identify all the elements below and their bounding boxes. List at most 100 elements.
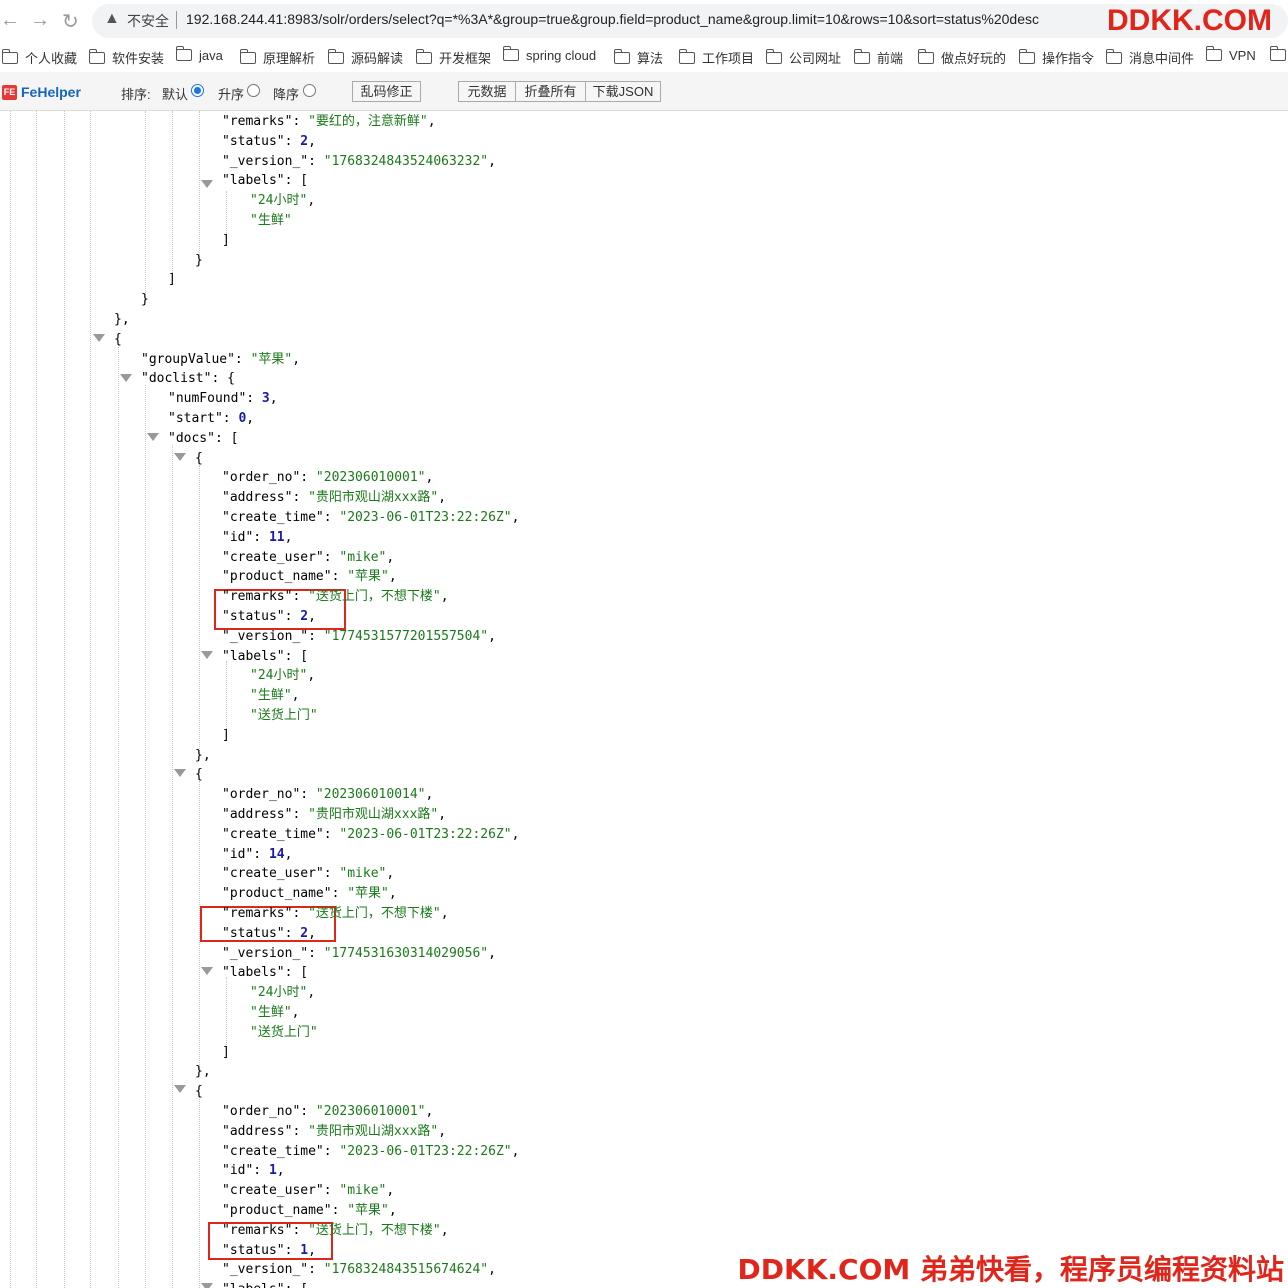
- json-key: "product_name":: [222, 886, 348, 902]
- fold-all-button[interactable]: 折叠所有: [515, 81, 586, 102]
- json-value: [: [300, 965, 309, 981]
- bookmark-item[interactable]: 源码解读: [327, 48, 403, 67]
- sort-default-radio[interactable]: [191, 84, 204, 97]
- indent-guide: [36, 111, 37, 1288]
- json-value: "1768324843515674624": [323, 1262, 489, 1278]
- json-key: "_version_":: [222, 153, 324, 169]
- json-key: "order_no":: [222, 787, 316, 803]
- bookmark-label: 算法: [637, 51, 664, 66]
- json-line: "labels": [: [222, 171, 308, 191]
- bookmark-item[interactable]: 操作指令: [1018, 48, 1094, 67]
- json-value: ]: [222, 727, 230, 743]
- sort-desc-radio[interactable]: [303, 84, 316, 97]
- bookmark-item[interactable]: 算法: [613, 48, 664, 67]
- json-line: "24小时",: [250, 983, 315, 1003]
- json-value: ]: [168, 272, 176, 288]
- json-line: "doclist": {: [141, 369, 235, 389]
- json-key: "_version_":: [222, 628, 324, 644]
- watermark-bottom: DDKK.COM 弟弟快看，程序员编程资料站: [737, 1253, 1284, 1286]
- json-line: "送货上门": [250, 706, 318, 726]
- json-punct: ,: [202, 747, 211, 763]
- bookmark-item[interactable]: VPN: [1205, 46, 1256, 63]
- warning-icon[interactable]: ▲: [104, 10, 120, 28]
- bookmark-item[interactable]: [1269, 46, 1288, 63]
- collapse-toggle-icon[interactable]: [147, 433, 159, 441]
- bookmark-item[interactable]: 个人收藏: [1, 48, 77, 67]
- collapse-toggle-icon[interactable]: [201, 651, 213, 659]
- json-key: "create_time":: [222, 1143, 340, 1159]
- bookmark-item[interactable]: 开发框架: [415, 48, 491, 67]
- json-punct: ,: [308, 925, 316, 941]
- collapse-toggle-icon[interactable]: [201, 1283, 213, 1288]
- json-line: "生鲜": [250, 211, 292, 231]
- json-line: "status": 1,: [222, 1241, 316, 1261]
- fix-encoding-button[interactable]: 乱码修正: [352, 81, 421, 102]
- json-line: {: [195, 1082, 203, 1102]
- json-key: "remarks":: [222, 589, 309, 605]
- folder-icon: [1205, 46, 1222, 61]
- json-value: 1: [268, 1163, 277, 1179]
- bookmark-item[interactable]: 公司网址: [765, 48, 841, 67]
- json-key: "id":: [222, 1163, 269, 1179]
- json-line: "id": 11,: [222, 528, 292, 548]
- json-punct: ,: [511, 1143, 520, 1159]
- back-icon[interactable]: ←: [0, 9, 20, 32]
- fehelper-name[interactable]: FeHelper: [21, 84, 81, 100]
- bookmark-label: 工作项目: [702, 51, 755, 66]
- collapse-toggle-icon[interactable]: [120, 374, 132, 382]
- indent-guide: [199, 1097, 200, 1288]
- folder-icon: [1, 49, 18, 64]
- folder-icon: [613, 49, 630, 64]
- json-line: ]: [168, 270, 176, 290]
- json-punct: ,: [307, 193, 316, 209]
- sort-asc-radio[interactable]: [247, 84, 260, 97]
- folder-icon: [678, 49, 695, 64]
- json-line: ]: [222, 726, 230, 746]
- bookmark-label: 前端: [877, 51, 904, 66]
- json-value: "mike": [339, 866, 387, 882]
- bookmark-item[interactable]: 前端: [853, 48, 904, 67]
- json-key: "remarks":: [222, 906, 309, 921]
- collapse-toggle-icon[interactable]: [174, 1085, 186, 1093]
- metadata-button[interactable]: 元数据: [458, 81, 516, 102]
- json-value: "送货上门": [250, 708, 318, 723]
- json-key: "id":: [222, 846, 269, 862]
- json-key: "remarks":: [222, 114, 309, 129]
- folder-icon: [765, 49, 782, 64]
- collapse-toggle-icon[interactable]: [174, 453, 186, 461]
- folder-icon: [1018, 49, 1035, 64]
- json-punct: ,: [438, 1123, 447, 1139]
- bookmark-label: VPN: [1229, 48, 1256, 63]
- json-punct: ,: [246, 411, 255, 426]
- json-line: "labels": [: [222, 647, 308, 667]
- json-punct: ,: [388, 886, 397, 902]
- collapse-toggle-icon[interactable]: [93, 334, 105, 342]
- json-punct: ,: [308, 133, 316, 149]
- json-key: "start":: [168, 411, 239, 426]
- bookmark-item[interactable]: 原理解析: [239, 48, 315, 67]
- json-line: "remarks": "送货上门，不想下楼",: [222, 1221, 449, 1241]
- indent-guide: [118, 345, 119, 1288]
- json-key: "labels":: [222, 173, 301, 189]
- indent-guide: [172, 111, 173, 281]
- collapse-toggle-icon[interactable]: [201, 967, 213, 975]
- collapse-toggle-icon[interactable]: [201, 180, 213, 188]
- folder-icon: [327, 49, 344, 64]
- json-line: "送货上门": [250, 1023, 318, 1043]
- reload-icon[interactable]: ↻: [62, 9, 79, 34]
- bookmark-item[interactable]: spring cloud: [502, 46, 596, 63]
- collapse-toggle-icon[interactable]: [174, 769, 186, 777]
- bookmark-item[interactable]: 软件安装: [88, 48, 164, 67]
- bookmark-item[interactable]: 做点好玩的: [917, 48, 1006, 67]
- json-key: "create_time":: [222, 510, 340, 525]
- json-value: 1: [300, 1242, 309, 1258]
- bookmark-item[interactable]: 消息中间件: [1105, 48, 1194, 67]
- json-key: "product_name":: [222, 569, 348, 585]
- bookmark-item[interactable]: 工作项目: [678, 48, 755, 67]
- insecure-label[interactable]: 不安全: [127, 11, 169, 31]
- json-value: "2023-06-01T23:22:26Z": [339, 1143, 512, 1159]
- bookmark-item[interactable]: java: [175, 46, 223, 63]
- download-json-button[interactable]: 下载JSON: [585, 81, 661, 102]
- forward-icon[interactable]: →: [30, 9, 50, 32]
- url-text[interactable]: 192.168.244.41:8983/solr/orders/select?q…: [186, 11, 1039, 27]
